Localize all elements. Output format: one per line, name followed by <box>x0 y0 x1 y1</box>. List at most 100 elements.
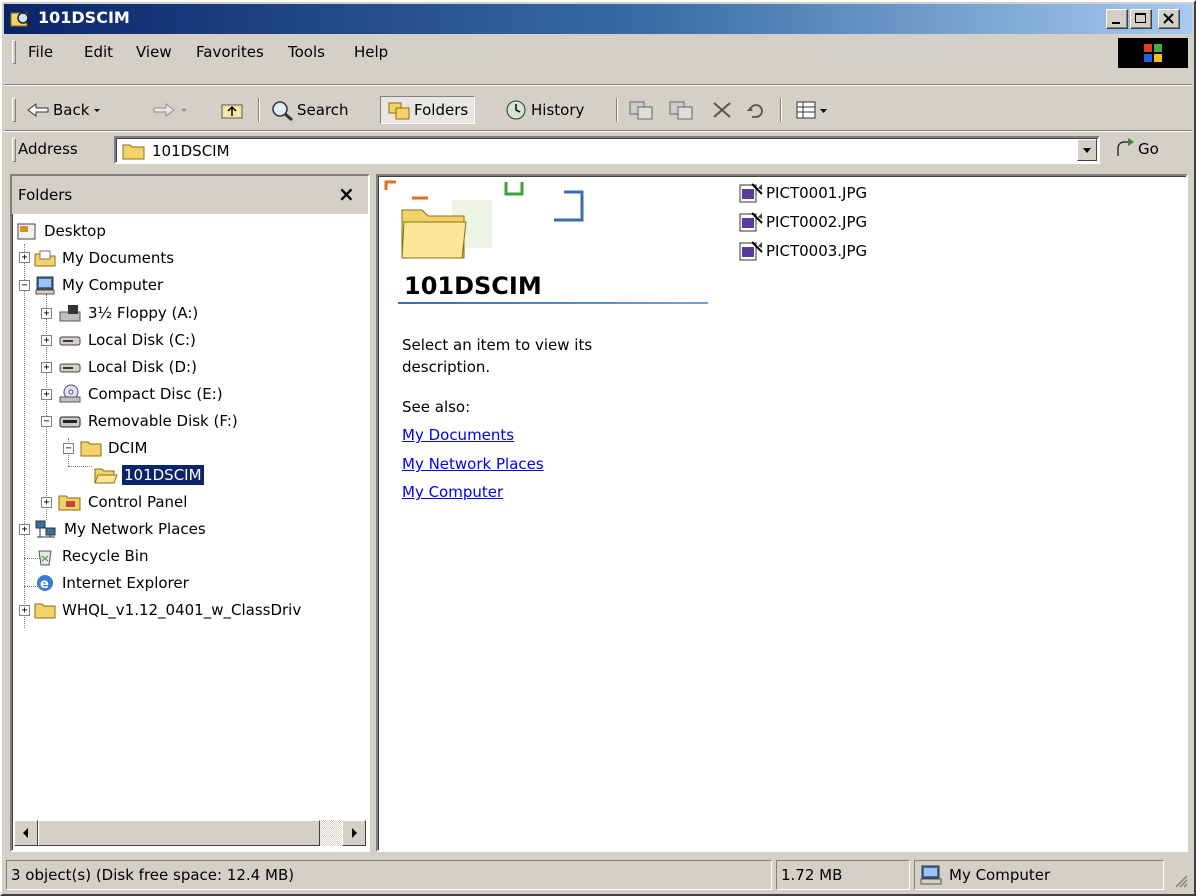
addressbar-grip[interactable] <box>12 138 16 162</box>
folder-up-icon <box>221 104 243 119</box>
delete-button[interactable] <box>710 96 734 124</box>
file-item[interactable]: PICT0002.JPG <box>738 209 867 235</box>
tree-label: DCIM <box>108 439 148 457</box>
link-my-computer[interactable]: My Computer <box>402 483 503 501</box>
link-my-documents[interactable]: My Documents <box>402 426 514 444</box>
back-button[interactable]: Back <box>26 96 105 124</box>
folders-button[interactable]: Folders <box>380 96 476 124</box>
explorer-window: 101DSCIM File Edit View Favorites Tools … <box>0 0 1196 896</box>
folder-heading: 101DSCIM <box>404 272 542 300</box>
menu-favorites[interactable]: Favorites <box>196 43 264 61</box>
folder-icon <box>80 441 102 457</box>
windows-flag-icon <box>1144 44 1162 62</box>
menu-help[interactable]: Help <box>354 43 388 61</box>
title-bar[interactable]: 101DSCIM <box>4 4 1192 34</box>
expand-plus-icon[interactable]: + <box>41 308 52 319</box>
recycle-bin-icon <box>38 550 52 566</box>
expand-plus-icon[interactable]: + <box>19 605 30 616</box>
history-clock-icon <box>506 100 526 120</box>
tree-item-desktop[interactable]: Desktop <box>16 218 108 244</box>
expand-plus-icon[interactable]: + <box>19 524 30 535</box>
menu-edit[interactable]: Edit <box>84 43 113 61</box>
close-button[interactable] <box>1158 9 1180 29</box>
resize-grip-icon[interactable] <box>1172 872 1188 888</box>
toolbar-grip[interactable] <box>12 98 16 122</box>
scroll-thumb[interactable] <box>38 820 320 846</box>
tree-label-selected: 101DSCIM <box>121 464 205 486</box>
svg-text:e: e <box>40 577 49 592</box>
history-button[interactable]: History <box>504 96 584 124</box>
scroll-left-button[interactable] <box>14 820 38 846</box>
maximize-icon <box>1135 13 1146 23</box>
tree-item-floppy-a[interactable]: 3½ Floppy (A:) <box>58 300 200 326</box>
menu-view[interactable]: View <box>136 43 172 61</box>
tree-item-my-network-places[interactable]: My Network Places <box>34 516 208 542</box>
tree-item-my-computer[interactable]: My Computer <box>34 272 165 298</box>
tree-item-recycle-bin[interactable]: Recycle Bin <box>34 543 150 569</box>
move-to-icon <box>629 101 653 120</box>
collapse-minus-icon[interactable]: − <box>41 416 52 427</box>
folders-pane-title: Folders <box>18 186 73 204</box>
tree-item-compact-disc-e[interactable]: Compact Disc (E:) <box>58 381 225 407</box>
tree-item-101dscim[interactable]: 101DSCIM <box>94 462 205 488</box>
tree-item-internet-explorer[interactable]: e Internet Explorer <box>34 570 191 596</box>
scroll-right-button[interactable] <box>342 820 366 846</box>
address-bar: Address 101DSCIM Go <box>4 134 1192 168</box>
file-item[interactable]: PICT0001.JPG <box>738 180 867 206</box>
tree-item-my-documents[interactable]: My Documents <box>34 245 176 271</box>
collapse-minus-icon[interactable]: − <box>63 443 74 454</box>
forward-button[interactable] <box>152 96 192 124</box>
history-label: History <box>531 101 585 119</box>
back-dropdown-icon[interactable] <box>89 100 105 120</box>
tree-label: Recycle Bin <box>62 547 149 565</box>
up-button[interactable] <box>220 96 244 124</box>
search-button[interactable]: Search <box>270 96 349 124</box>
tree-connector <box>68 466 92 467</box>
file-name: PICT0001.JPG <box>766 184 868 202</box>
address-dropdown-button[interactable] <box>1077 139 1097 161</box>
views-button[interactable] <box>794 96 830 124</box>
toolbar-separator <box>616 98 618 122</box>
forward-dropdown-icon[interactable] <box>176 100 192 120</box>
menubar-divider <box>4 84 1192 86</box>
expand-plus-icon[interactable]: + <box>41 362 52 373</box>
copy-to-button[interactable] <box>668 96 694 124</box>
move-to-button[interactable] <box>628 96 654 124</box>
collapse-minus-icon[interactable]: − <box>19 280 30 291</box>
file-item[interactable]: PICT0003.JPG <box>738 238 867 264</box>
expand-plus-icon[interactable]: + <box>41 335 52 346</box>
minimize-icon <box>1112 22 1120 24</box>
tree-item-local-disk-d[interactable]: Local Disk (D:) <box>58 354 199 380</box>
minimize-button[interactable] <box>1106 9 1128 29</box>
tree-item-dcim[interactable]: DCIM <box>80 435 149 461</box>
address-input[interactable]: 101DSCIM <box>114 136 1100 164</box>
folders-pane-header: Folders × <box>12 176 368 214</box>
tree-item-control-panel[interactable]: Control Panel <box>58 489 189 515</box>
tree-connector <box>24 244 25 628</box>
link-my-network-places[interactable]: My Network Places <box>402 455 544 473</box>
hard-drive-icon <box>59 336 81 346</box>
removable-disk-icon <box>59 416 81 428</box>
expand-plus-icon[interactable]: + <box>41 497 52 508</box>
menu-bar: File Edit View Favorites Tools Help <box>4 36 1192 68</box>
undo-button[interactable] <box>744 96 768 124</box>
search-label: Search <box>297 101 349 119</box>
views-dropdown-icon[interactable] <box>818 99 830 121</box>
menubar-grip[interactable] <box>12 40 16 64</box>
tree-item-removable-disk-f[interactable]: Removable Disk (F:) <box>58 408 240 434</box>
network-places-icon <box>35 520 56 538</box>
menu-file[interactable]: File <box>28 43 53 61</box>
tree-item-whql-folder[interactable]: WHQL_v1.12_0401_w_ClassDriv <box>34 597 303 623</box>
tree-item-local-disk-c[interactable]: Local Disk (C:) <box>58 327 198 353</box>
tree-label: Internet Explorer <box>62 574 189 592</box>
see-also-label: See also: <box>402 398 471 416</box>
status-object-count: 3 object(s) (Disk free space: 12.4 MB) <box>6 860 772 890</box>
folders-horizontal-scrollbar[interactable] <box>14 820 366 846</box>
cd-drive-icon <box>59 384 81 403</box>
menu-tools[interactable]: Tools <box>288 43 325 61</box>
expand-plus-icon[interactable]: + <box>41 389 52 400</box>
go-button[interactable]: Go <box>1114 138 1159 160</box>
folders-pane-close-button[interactable]: × <box>338 182 355 206</box>
expand-plus-icon[interactable]: + <box>19 252 30 263</box>
maximize-button[interactable] <box>1130 9 1152 29</box>
